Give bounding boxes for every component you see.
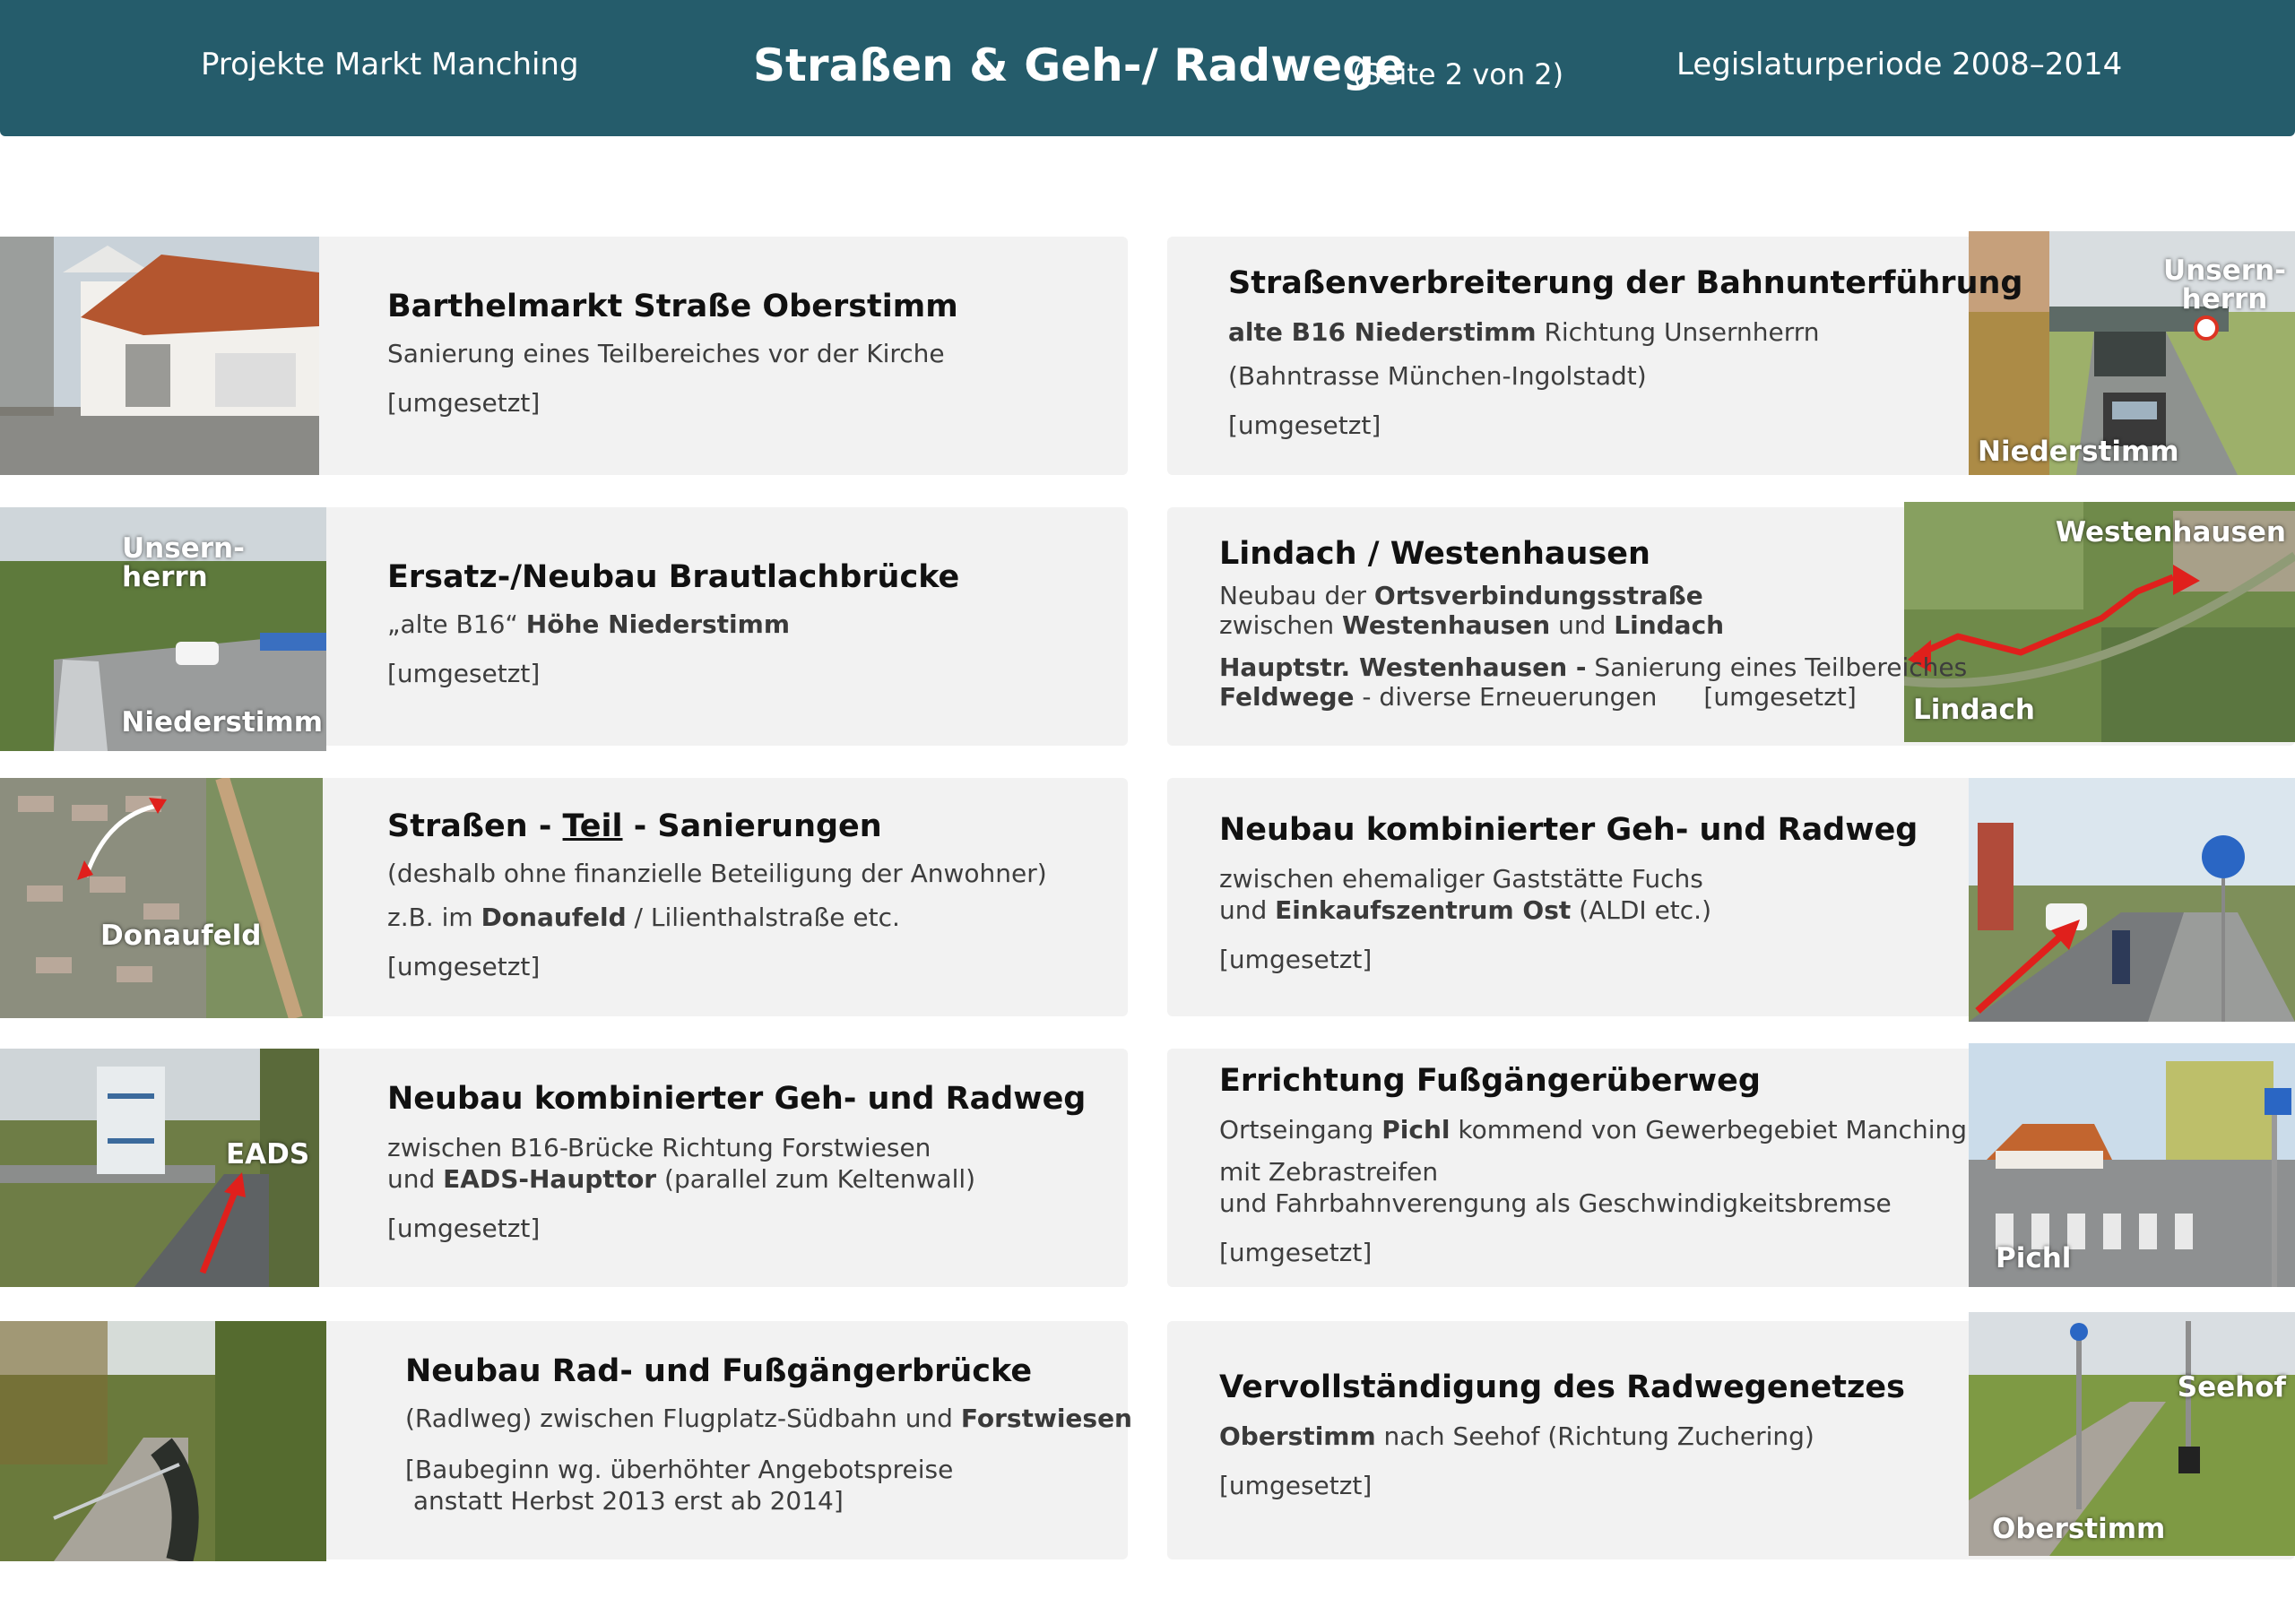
project-title: Ersatz-/Neubau Brautlachbrücke (387, 559, 960, 595)
project-description-3: und Fahrbahnverengung als Geschwindigkei… (1219, 1188, 1892, 1218)
photo-label-top: Unsern- herrn (2163, 255, 2286, 315)
project-title: Errichtung Fußgängerüberweg (1219, 1063, 1761, 1099)
project-description-2: und EADS-Haupttor (parallel zum Keltenwa… (387, 1164, 976, 1194)
status-badge: [umgesetzt] (387, 1214, 541, 1243)
photo-church-oberstimm (0, 237, 319, 475)
photo-aerial-donaufeld: Donaufeld (0, 778, 323, 1018)
status-badge: [umgesetzt] (1703, 682, 1857, 712)
project-title: Barthelmarkt Straße Oberstimm (387, 289, 958, 324)
photo-label-bottom: Niederstimm (1978, 436, 2179, 468)
project-description: alte B16 Niederstimm Richtung Unsernherr… (1228, 317, 1820, 347)
page-indicator: (Seite 2 von 2) (1352, 57, 1564, 91)
project-description: „alte B16“ Höhe Niederstimm (387, 609, 791, 639)
header-organization: Projekte Markt Manching (201, 47, 579, 82)
photo-label-top: Seehof (2177, 1371, 2286, 1404)
project-description-3: Hauptstr. Westenhausen - Sanierung eines… (1219, 652, 1968, 682)
project-title: Straßen - Teil - Sanierungen (387, 808, 882, 844)
project-title: Vervollständigung des Radwegenetzes (1219, 1369, 1905, 1405)
project-description: (Radlweg) zwischen Flugplatz-Südbahn und… (405, 1404, 1132, 1433)
project-text-bruecke: Neubau Rad- und Fußgängerbrücke (Radlweg… (405, 1353, 1132, 1516)
photo-label-bottom: Oberstimm (1992, 1513, 2166, 1545)
project-text-fussgaenger: Errichtung Fußgängerüberweg Ortseingang … (1219, 1063, 1967, 1267)
photo-label-top: Unsern- herrn (122, 532, 245, 593)
status-badge: [umgesetzt] (1219, 1471, 1373, 1500)
project-text-barthelmarkt: Barthelmarkt Straße Oberstimm Sanierung … (387, 289, 958, 418)
project-description: Sanierung eines Teilbereiches vor der Ki… (387, 339, 945, 368)
photo-label: Donaufeld (100, 920, 262, 952)
project-description-2: und Einkaufszentrum Ost (ALDI etc.) (1219, 895, 1711, 925)
project-text-radweg-fuchs: Neubau kombinierter Geh- und Radweg zwis… (1219, 812, 1918, 974)
status-badge: [umgesetzt] (387, 659, 541, 688)
project-title: Lindach / Westenhausen (1219, 536, 1650, 572)
project-description-4: Feldwege - diverse Erneuerungen [umgesetz… (1219, 682, 1857, 712)
photo-label-bottom: Niederstimm (121, 706, 323, 739)
project-text-lindach: Lindach / Westenhausen Neubau der Ortsve… (1219, 536, 1967, 712)
status-badge: [umgesetzt] (387, 952, 541, 981)
photo-label: Pichl (1996, 1242, 2072, 1274)
page-header: Projekte Markt Manching Straßen & Geh-/ … (0, 0, 2295, 136)
status-badge: [umgesetzt] (387, 388, 541, 418)
project-description-2: zwischen Westenhausen und Lindach (1219, 610, 1725, 640)
project-text-brautlach: Ersatz-/Neubau Brautlachbrücke „alte B16… (387, 559, 959, 688)
project-description: Ortseingang Pichl kommend von Gewerbegeb… (1219, 1115, 1967, 1145)
status-badge: [umgesetzt] (1219, 945, 1373, 974)
status-badge: [umgesetzt] (1228, 410, 1381, 440)
project-text-bahnunterfuehrung: Straßenverbreiterung der Bahnunterführun… (1228, 265, 2022, 440)
project-title: Straßenverbreiterung der Bahnunterführun… (1228, 265, 2023, 301)
project-description-2: mit Zebrastreifen (1219, 1157, 1439, 1187)
project-description: Oberstimm nach Seehof (Richtung Zucherin… (1219, 1421, 1814, 1451)
project-title: Neubau Rad- und Fußgängerbrücke (405, 1353, 1033, 1389)
project-title: Neubau kombinierter Geh- und Radweg (1219, 812, 1918, 848)
photo-cycle-path-eads: EADS (0, 1049, 319, 1287)
header-period: Legislaturperiode 2008–2014 (1676, 47, 2123, 82)
project-description-2: (Bahntrasse München-Ingolstadt) (1228, 361, 1647, 391)
project-text-teilsanierungen: Straßen - Teil - Sanierungen (deshalb oh… (387, 808, 1047, 981)
photo-footbridge (0, 1321, 326, 1561)
photo-label: EADS (226, 1138, 310, 1170)
project-description: (deshalb ohne finanzielle Beteiligung de… (387, 859, 1047, 888)
page-title: Straßen & Geh-/ Radwege (753, 39, 1406, 91)
project-description: zwischen ehemaliger Gaststätte Fuchs (1219, 864, 1703, 894)
photo-label-top: Westenhausen (2055, 516, 2286, 549)
project-text-radweg-eads: Neubau kombinierter Geh- und Radweg zwis… (387, 1081, 1086, 1243)
photo-crosswalk-pichl: Pichl (1969, 1043, 2295, 1287)
photo-cycle-path-fuchs (1969, 778, 2295, 1022)
project-title: Neubau kombinierter Geh- und Radweg (387, 1081, 1087, 1117)
project-description-2: z.B. im Donaufeld / Lilienthalstraße etc… (387, 903, 900, 932)
project-text-radwegenetz: Vervollständigung des Radwegenetzes Ober… (1219, 1369, 1905, 1500)
project-note-2: anstatt Herbst 2013 erst ab 2014] (405, 1486, 844, 1516)
project-note: [Baubeginn wg. überhöhter Angebotspreise (405, 1455, 954, 1484)
photo-cycle-path-seehof: Seehof Oberstimm (1969, 1312, 2295, 1556)
photo-brautlach-bridge: Unsern- herrn Niederstimm (0, 507, 326, 751)
project-description: zwischen B16-Brücke Richtung Forstwiesen (387, 1133, 931, 1162)
status-badge: [umgesetzt] (1219, 1238, 1373, 1267)
project-description: Neubau der Ortsverbindungsstraße (1219, 581, 1703, 610)
